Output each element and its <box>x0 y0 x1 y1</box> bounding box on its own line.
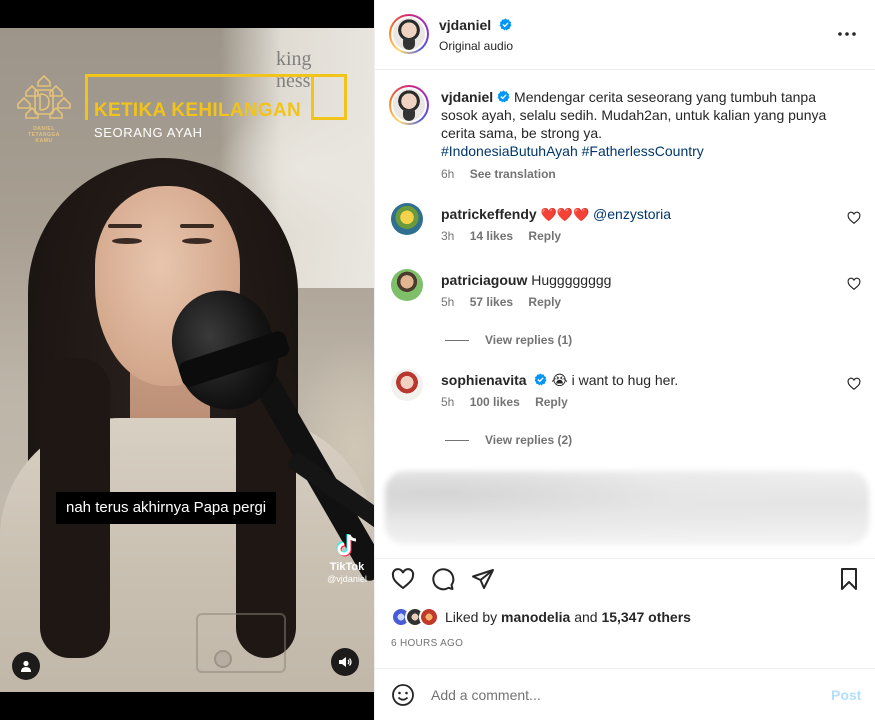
heart-icon[interactable] <box>847 377 861 391</box>
comment-username-link[interactable]: sophienavita <box>441 372 527 388</box>
video-person-brow <box>180 224 214 228</box>
video-title: KETIKA KEHILANGAN <box>94 100 302 121</box>
comment-emoji: 😭 <box>551 372 568 388</box>
comments-section[interactable]: vjdaniel Mendengar cerita seseorang yang… <box>375 71 875 551</box>
author-username-link[interactable]: vjdaniel <box>439 17 491 33</box>
comment-meta: 5h 100 likes Reply <box>441 395 580 409</box>
divider <box>445 339 469 341</box>
reply-button[interactable]: Reply <box>535 395 568 409</box>
post-caption: vjdaniel Mendengar cerita seseorang yang… <box>441 88 831 160</box>
original-audio-link[interactable]: Original audio <box>439 39 513 53</box>
comment-meta: 3h 14 likes Reply <box>441 229 573 243</box>
likes-text: Liked by manodelia and 15,347 others <box>445 609 691 625</box>
caption-time[interactable]: 6h <box>441 167 454 181</box>
shirt-pocket <box>196 613 286 673</box>
brand-logo-text: DANIEL TETANGGA KAMU <box>28 126 60 144</box>
verified-badge-icon <box>499 18 512 31</box>
comment-likes[interactable]: 14 likes <box>470 229 513 243</box>
avatar[interactable] <box>391 203 423 235</box>
comment-text: i want to hug her. <box>571 372 679 388</box>
comment-username-link[interactable]: patrickeffendy <box>441 206 537 222</box>
avatar[interactable] <box>389 14 429 54</box>
comment-likes[interactable]: 57 likes <box>470 295 513 309</box>
reply-button[interactable]: Reply <box>528 229 561 243</box>
view-replies-button[interactable]: View replies (2) <box>445 433 572 447</box>
bookmark-icon[interactable] <box>837 567 861 591</box>
sound-toggle-button[interactable] <box>331 648 359 676</box>
more-options-icon[interactable] <box>837 26 857 42</box>
video-person-brow <box>108 224 142 228</box>
comment-time[interactable]: 5h <box>441 295 454 309</box>
tiktok-logo-icon <box>336 534 357 557</box>
emoji-icon[interactable] <box>391 683 415 707</box>
comment-input[interactable] <box>431 683 811 707</box>
heart-icon[interactable] <box>847 277 861 291</box>
comment-body: sophienavita 😭 i want to hug her. <box>441 371 831 389</box>
heart-icon[interactable] <box>391 567 415 591</box>
comment-icon[interactable] <box>431 567 455 591</box>
comment-text: Hugggggggg <box>531 272 612 288</box>
shirt-button <box>214 650 232 668</box>
view-replies-label: View replies (2) <box>485 433 573 447</box>
post-detail-panel: vjdaniel Original audio vjdaniel Mendeng… <box>374 0 875 720</box>
see-translation-button[interactable]: See translation <box>470 167 556 181</box>
tagged-user-button[interactable] <box>12 652 40 680</box>
tiktok-watermark: TikTok @vjdaniel <box>322 532 372 585</box>
mention-link[interactable]: @enzystoria <box>593 206 671 222</box>
view-replies-label: View replies (1) <box>485 333 573 347</box>
caption-username-link[interactable]: vjdaniel <box>441 89 493 105</box>
avatar[interactable] <box>391 269 423 301</box>
caption-hashtags[interactable]: #IndonesiaButuhAyah #FatherlessCountry <box>441 143 704 159</box>
tiktok-name: TikTok <box>329 561 365 573</box>
comment-body: patrickeffendy ❤️❤️❤️ @enzystoria <box>441 205 831 224</box>
video-caption-subtitle: nah terus akhirnya Papa pergi <box>56 492 277 524</box>
post-actions <box>375 558 875 598</box>
video-subtitle-heading: SEORANG AYAH <box>94 125 203 140</box>
comment-time[interactable]: 5h <box>441 395 454 409</box>
avatar[interactable] <box>391 369 423 401</box>
video-person-eye <box>182 238 212 244</box>
verified-badge-icon <box>535 373 547 386</box>
avatar <box>419 607 439 627</box>
verified-badge-icon <box>497 90 510 103</box>
divider <box>445 439 469 441</box>
user-icon <box>21 660 31 672</box>
post-header: vjdaniel Original audio <box>375 0 875 70</box>
comment-body: patriciagouw Hugggggggg <box>441 271 831 289</box>
likes-others-link[interactable]: 15,347 others <box>601 609 691 625</box>
title-frame-accent <box>311 74 347 120</box>
view-replies-button[interactable]: View replies (1) <box>445 333 572 347</box>
video-person-eye <box>112 238 142 244</box>
comment-composer: Post <box>375 668 875 720</box>
speaker-icon <box>339 657 352 667</box>
comment-meta: 5h 57 likes Reply <box>441 295 573 309</box>
caption-meta: 6h See translation <box>441 167 568 181</box>
comment-likes[interactable]: 100 likes <box>470 395 520 409</box>
likes-summary: Liked by manodelia and 15,347 others <box>391 606 691 628</box>
send-icon[interactable] <box>471 567 495 591</box>
post-author: vjdaniel <box>439 17 512 33</box>
blurred-comment <box>385 471 869 545</box>
tiktok-handle: @vjdaniel <box>327 574 367 584</box>
video-panel[interactable]: king ness DANIEL TETANGGA KAMU KETIKA KE… <box>0 0 374 720</box>
comment-time[interactable]: 3h <box>441 229 454 243</box>
comment-emoji: ❤️❤️❤️ <box>540 207 590 222</box>
comment-username-link[interactable]: patriciagouw <box>441 272 527 288</box>
post-comment-button[interactable]: Post <box>831 687 861 703</box>
liked-by-user-link[interactable]: manodelia <box>501 609 570 625</box>
post-timestamp[interactable]: 6 HOURS AGO <box>391 638 463 649</box>
heart-icon[interactable] <box>847 211 861 225</box>
reply-button[interactable]: Reply <box>528 295 561 309</box>
avatar[interactable] <box>389 85 429 125</box>
